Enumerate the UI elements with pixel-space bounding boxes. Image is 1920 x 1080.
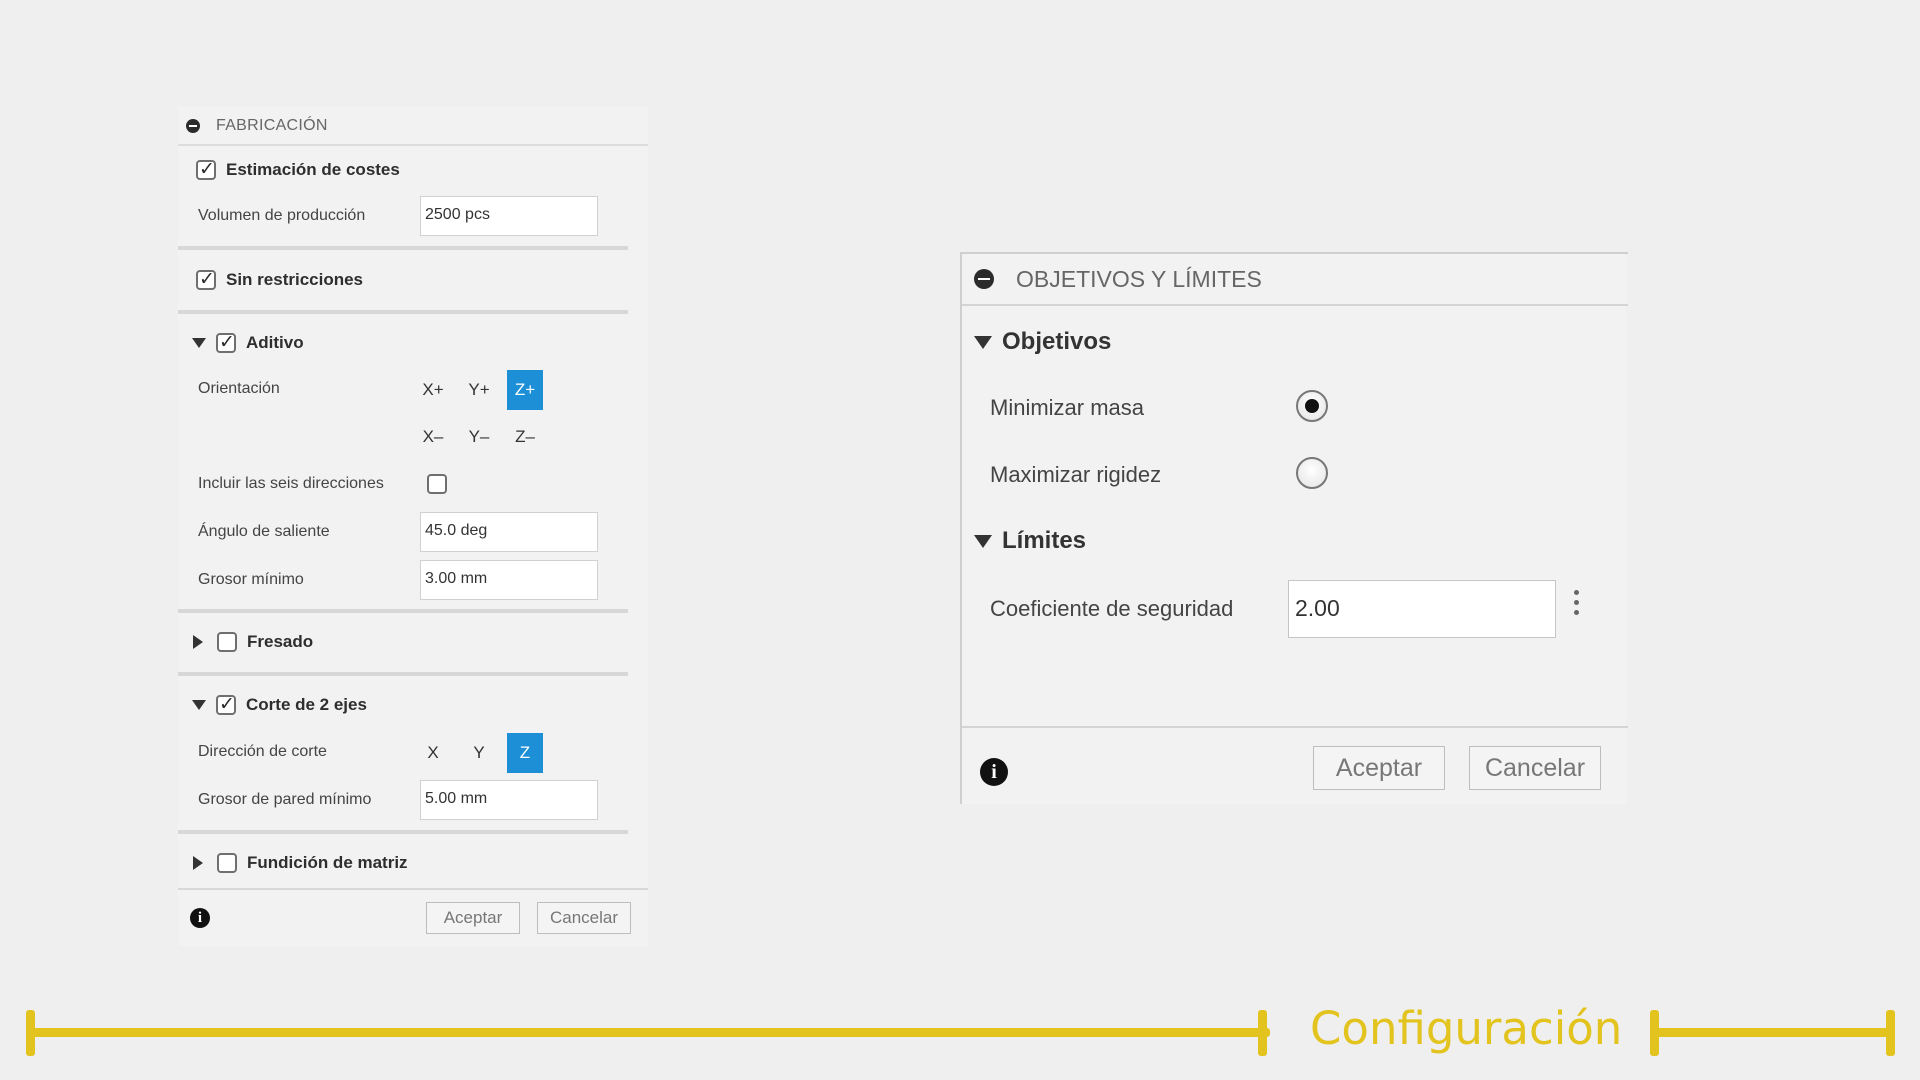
milling-label: Fresado (247, 632, 314, 651)
expand-triangle-icon[interactable] (192, 338, 206, 348)
divider (178, 888, 648, 890)
min-thickness-input[interactable]: 3.00 mm (420, 560, 598, 600)
cost-estimation-row: Estimación de costes (196, 158, 400, 180)
orientation-label: Orientación (198, 380, 280, 397)
timeline-mid-tick (1258, 1010, 1267, 1056)
six-directions-checkbox[interactable] (427, 474, 447, 494)
overhang-angle-input[interactable]: 45.0 deg (420, 512, 598, 552)
cost-estimation-checkbox[interactable] (196, 158, 216, 180)
expand-triangle-icon[interactable] (193, 635, 203, 649)
expand-triangle-icon[interactable] (192, 700, 206, 710)
safety-factor-label: Coeficiente de seguridad (990, 596, 1234, 621)
expand-triangle-icon[interactable] (974, 534, 992, 548)
maximize-stiffness-label: Maximizar rigidez (990, 462, 1162, 487)
objectives-limits-panel: OBJETIVOS Y LÍMITES Objetivos Minimizar … (960, 252, 1628, 804)
two-axis-checkbox[interactable] (216, 693, 236, 715)
orientation-z-plus[interactable]: Z+ (507, 370, 543, 410)
divider (178, 246, 628, 250)
additive-label: Aditivo (246, 333, 304, 352)
cost-estimation-label: Estimación de costes (226, 160, 400, 179)
die-casting-checkbox[interactable] (217, 853, 237, 873)
additive-checkbox[interactable] (216, 331, 236, 353)
more-options-icon[interactable] (1574, 590, 1580, 620)
maximize-stiffness-radio[interactable] (1296, 457, 1328, 489)
additive-row: Aditivo (192, 331, 304, 353)
min-thickness-label: Grosor mínimo (198, 571, 304, 588)
unrestricted-checkbox[interactable] (196, 268, 216, 290)
ok-button[interactable]: Aceptar (426, 902, 520, 934)
orientation-y-minus[interactable]: Y– (461, 417, 497, 457)
objectives-limits-header[interactable]: OBJETIVOS Y LÍMITES (962, 254, 1628, 306)
minimize-mass-radio[interactable] (1296, 390, 1328, 422)
orientation-x-minus[interactable]: X– (415, 417, 451, 457)
cut-direction-x[interactable]: X (415, 733, 451, 773)
two-axis-label: Corte de 2 ejes (246, 695, 367, 714)
six-directions-label: Incluir las seis direcciones (198, 475, 384, 492)
divider (178, 310, 628, 314)
min-wall-thickness-input[interactable]: 5.00 mm (420, 780, 598, 820)
unrestricted-row: Sin restricciones (196, 268, 364, 290)
expand-triangle-icon[interactable] (193, 856, 203, 870)
collapse-icon[interactable] (974, 269, 994, 289)
timeline-end-tick (1886, 1010, 1895, 1056)
objectives-limits-title: OBJETIVOS Y LÍMITES (1016, 265, 1262, 292)
minimize-mass-label: Minimizar masa (990, 395, 1145, 420)
manufacturing-panel: FABRICACIÓN Estimación de costes Volumen… (178, 106, 648, 946)
manufacturing-title: FABRICACIÓN (216, 117, 328, 134)
expand-triangle-icon[interactable] (974, 335, 992, 349)
production-volume-label: Volumen de producción (198, 207, 366, 224)
cut-direction-label: Dirección de corte (198, 743, 327, 760)
safety-factor-input[interactable]: 2.00 (1288, 580, 1556, 638)
orientation-z-minus[interactable]: Z– (507, 417, 543, 457)
divider (178, 830, 628, 834)
two-axis-row: Corte de 2 ejes (192, 693, 367, 715)
timeline-line-right (1654, 1028, 1894, 1037)
divider (178, 609, 628, 613)
die-casting-label: Fundición de matriz (247, 853, 408, 872)
cancel-button[interactable]: Cancelar (1469, 746, 1601, 790)
cancel-button[interactable]: Cancelar (537, 902, 631, 934)
info-icon[interactable]: i (980, 758, 1008, 786)
milling-checkbox[interactable] (217, 632, 237, 652)
divider (178, 672, 628, 676)
timeline-line-left (30, 1028, 1270, 1037)
objectives-label: Objetivos (1002, 328, 1112, 355)
overhang-angle-label: Ángulo de saliente (198, 523, 330, 540)
manufacturing-header[interactable]: FABRICACIÓN (178, 108, 648, 146)
timeline-label: Configuración (1310, 1002, 1623, 1055)
orientation-x-plus[interactable]: X+ (415, 370, 451, 410)
cut-direction-y[interactable]: Y (461, 733, 497, 773)
info-icon[interactable]: i (190, 908, 210, 928)
production-volume-input[interactable]: 2500 pcs (420, 196, 598, 236)
unrestricted-label: Sin restricciones (226, 270, 364, 289)
min-wall-thickness-label: Grosor de pared mínimo (198, 791, 372, 808)
divider (962, 726, 1628, 728)
collapse-icon[interactable] (186, 119, 200, 133)
objectives-section[interactable]: Objetivos (974, 328, 1111, 356)
orientation-y-plus[interactable]: Y+ (461, 370, 497, 410)
cut-direction-z[interactable]: Z (507, 733, 543, 773)
limits-label: Límites (1002, 527, 1087, 554)
ok-button[interactable]: Aceptar (1313, 746, 1445, 790)
die-casting-row: Fundición de matriz (193, 853, 408, 873)
milling-row: Fresado (193, 632, 313, 652)
limits-section[interactable]: Límites (974, 527, 1086, 555)
